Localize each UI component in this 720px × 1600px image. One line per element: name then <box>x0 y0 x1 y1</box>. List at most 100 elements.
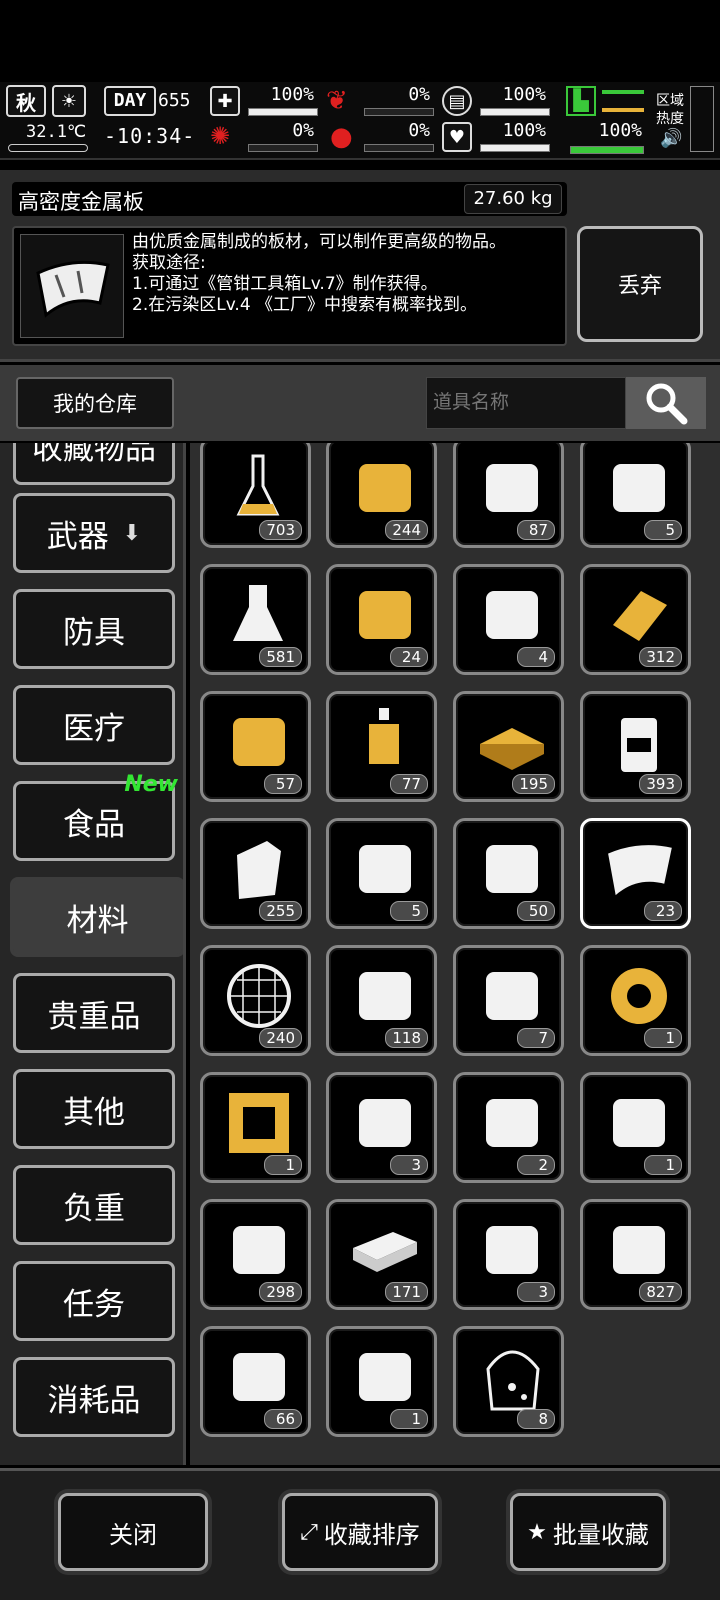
item-count: 244 <box>385 520 428 540</box>
category-label: 贵重品 <box>47 998 141 1035</box>
item-count: 5 <box>390 901 428 921</box>
category-item[interactable]: 任务 <box>13 1261 175 1341</box>
brain-value: 0% <box>292 120 314 141</box>
inventory-slot[interactable]: 23 <box>580 818 691 929</box>
inventory-slot[interactable]: 298 <box>200 1199 311 1310</box>
discard-button[interactable]: 丢弃 <box>577 226 703 342</box>
item-count: 393 <box>639 774 682 794</box>
heart-bar <box>480 144 550 152</box>
inventory-slot[interactable]: 3 <box>453 1199 564 1310</box>
metal-sheet-icon <box>20 234 124 338</box>
inventory-slot[interactable]: 2 <box>453 1072 564 1183</box>
category-label: 其他 <box>63 1094 125 1131</box>
thermometer-icon <box>8 144 88 152</box>
category-item[interactable]: 食品 New <box>13 772 178 861</box>
inventory-slot[interactable]: 171 <box>326 1199 437 1310</box>
zone-label: 区域 <box>656 93 684 109</box>
stamina-bar <box>570 146 644 154</box>
health-value: 100% <box>270 84 314 105</box>
category-item[interactable]: 防具 <box>13 589 175 669</box>
item-count: 66 <box>264 1409 302 1429</box>
inventory-slot[interactable]: 827 <box>580 1199 691 1310</box>
category-label: 负重 <box>63 1190 125 1227</box>
hunger-bar <box>364 108 434 116</box>
inventory-grid: 703 244 87 5 581 24 4 312 57 77 195 393 255 5 50 23 240 1… <box>190 443 720 1465</box>
speaker-icon[interactable]: 🔊 <box>660 128 682 149</box>
batch-favorite-label: 批量收藏 <box>552 1520 649 1549</box>
search-button[interactable] <box>626 377 706 429</box>
inventory-slot[interactable]: 87 <box>453 443 564 548</box>
inventory-slot[interactable]: 4 <box>453 564 564 675</box>
inventory-slot[interactable]: 7 <box>453 945 564 1056</box>
game-time: -10:34- <box>104 124 196 148</box>
category-label: 消耗品 <box>47 1382 141 1419</box>
new-badge: New <box>124 772 178 797</box>
inventory-slot[interactable]: 5 <box>580 443 691 548</box>
item-count: 57 <box>264 774 302 794</box>
close-button[interactable]: 关闭 <box>58 1493 208 1571</box>
inventory-slot[interactable]: 8 <box>453 1326 564 1437</box>
health-bar <box>248 108 318 116</box>
inventory-slot[interactable]: 1 <box>200 1072 311 1183</box>
down-arrow-icon: ⬇ <box>122 520 142 546</box>
item-count: 5 <box>644 520 682 540</box>
category-label: 防具 <box>63 614 125 651</box>
category-item[interactable]: 材料 <box>10 877 183 957</box>
item-count: 118 <box>385 1028 428 1048</box>
heart-value: 100% <box>502 120 546 141</box>
inventory-slot[interactable]: 1 <box>580 1072 691 1183</box>
item-count: 87 <box>517 520 555 540</box>
item-count: 2 <box>517 1155 555 1175</box>
inventory-slot[interactable]: 5 <box>326 818 437 929</box>
item-count: 1 <box>644 1155 682 1175</box>
inventory-slot[interactable]: 77 <box>326 691 437 802</box>
category-item[interactable]: 负重 <box>13 1165 175 1245</box>
batch-favorite-button[interactable]: ★ 批量收藏 <box>510 1493 666 1571</box>
item-count: 3 <box>390 1155 428 1175</box>
inventory-slot[interactable]: 240 <box>200 945 311 1056</box>
item-count: 77 <box>390 774 428 794</box>
inventory-slot[interactable]: 57 <box>200 691 311 802</box>
category-item[interactable]: 贵重品 <box>13 973 175 1053</box>
stamina-stripes-icon <box>602 90 644 112</box>
inventory-slot[interactable]: 703 <box>200 443 311 548</box>
category-partial[interactable]: 收藏物品 <box>13 443 175 485</box>
heat-label: 热度 <box>656 111 684 127</box>
inventory-slot[interactable]: 1 <box>326 1326 437 1437</box>
blood-bar <box>364 144 434 152</box>
inventory-slot[interactable]: 3 <box>326 1072 437 1183</box>
inventory-slot[interactable]: 581 <box>200 564 311 675</box>
category-item[interactable]: 消耗品 <box>13 1357 175 1437</box>
inventory-slot[interactable]: 255 <box>200 818 311 929</box>
category-item[interactable]: 医疗 <box>13 685 175 765</box>
boot-icon: ▙ <box>566 86 596 116</box>
heat-meter <box>690 86 714 152</box>
blood-drop-icon: ● <box>330 122 353 152</box>
hunger-value: 0% <box>408 84 430 105</box>
inventory-slot[interactable]: 244 <box>326 443 437 548</box>
bottom-bar: 关闭 ⤢ 收藏排序 ★ 批量收藏 <box>0 1468 720 1600</box>
search-input[interactable] <box>426 377 626 429</box>
category-sidebar[interactable]: 收藏物品武器 ⬇ 防具医疗 食品 New 材料贵重品其他负重任务消耗品 <box>0 443 186 1465</box>
armor-icon: ▤ <box>442 86 472 116</box>
inventory-slot[interactable]: 195 <box>453 691 564 802</box>
item-count: 581 <box>259 647 302 667</box>
inventory-slot[interactable]: 393 <box>580 691 691 802</box>
star-icon: ★ <box>527 1519 547 1545</box>
inventory-slot[interactable]: 118 <box>326 945 437 1056</box>
close-button-label: 关闭 <box>109 1520 157 1549</box>
inventory-slot[interactable]: 50 <box>453 818 564 929</box>
inventory-slot[interactable]: 66 <box>200 1326 311 1437</box>
inventory-slot[interactable]: 24 <box>326 564 437 675</box>
inventory-slot[interactable]: 312 <box>580 564 691 675</box>
my-warehouse-tab[interactable]: 我的仓库 <box>16 377 174 429</box>
category-item[interactable]: 武器 ⬇ <box>13 493 175 573</box>
category-item[interactable]: 其他 <box>13 1069 175 1149</box>
inventory-slot[interactable]: 1 <box>580 945 691 1056</box>
item-count: 1 <box>264 1155 302 1175</box>
search-icon <box>646 383 688 425</box>
stomach-icon: ❦ <box>326 86 348 116</box>
favorite-sort-button[interactable]: ⤢ 收藏排序 <box>282 1493 438 1571</box>
day-number: 655 <box>158 90 191 111</box>
category-label: 收藏物品 <box>32 443 156 467</box>
